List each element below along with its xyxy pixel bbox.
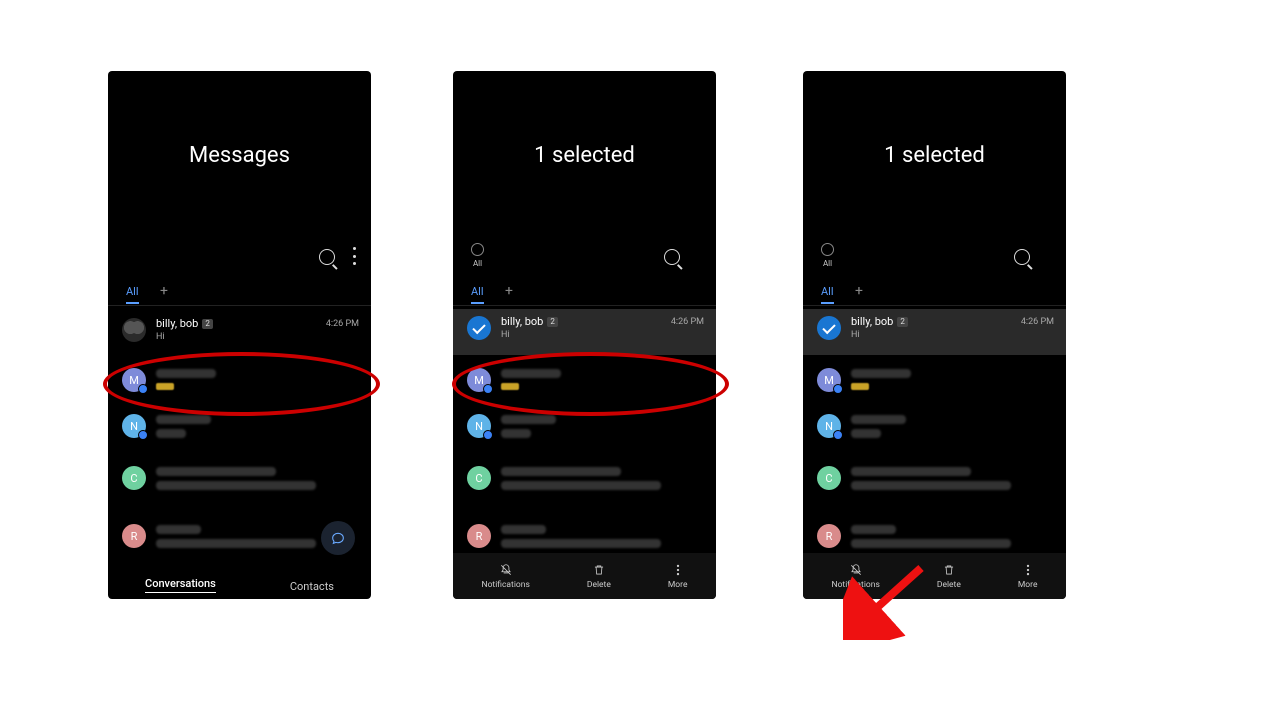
tab-contacts[interactable]: Contacts	[290, 580, 334, 593]
group-avatar-icon	[122, 318, 146, 342]
circle-unchecked-icon	[471, 243, 484, 256]
action-delete[interactable]: Delete	[587, 563, 611, 590]
page-title: 1 selected	[803, 143, 1066, 168]
select-all-toggle[interactable]: All	[471, 243, 484, 268]
action-more[interactable]: More	[668, 563, 688, 590]
avatar: R	[817, 524, 841, 548]
trash-icon	[592, 563, 606, 577]
avatar: M	[467, 368, 491, 392]
conversation-item-blurred[interactable]: M	[108, 361, 371, 403]
conversation-item-blurred[interactable]: N	[453, 407, 716, 449]
action-delete[interactable]: Delete	[937, 563, 961, 590]
add-category-button[interactable]: +	[855, 283, 863, 299]
bell-off-icon	[499, 563, 513, 577]
conversation-item-selected[interactable]: billy, bob 2 Hi 4:26 PM	[453, 309, 716, 355]
avatar: M	[817, 368, 841, 392]
conversation-preview: Hi	[851, 330, 1010, 340]
unread-badge: 2	[547, 317, 558, 327]
phone-screen-1: Messages All + billy, bob 2 Hi 4:26 PM M	[108, 71, 371, 599]
page-title: 1 selected	[453, 143, 716, 168]
search-icon[interactable]	[1014, 249, 1030, 265]
category-tab-all[interactable]: All	[471, 285, 484, 304]
add-category-button[interactable]: +	[160, 283, 168, 299]
conversation-time: 4:26 PM	[1021, 317, 1054, 327]
conversation-item-blurred[interactable]: N	[803, 407, 1066, 449]
page-title: Messages	[108, 143, 371, 168]
compose-fab[interactable]	[321, 521, 355, 555]
phone-screen-2: 1 selected All All + billy, bob 2 Hi 4:2…	[453, 71, 716, 599]
conversation-time: 4:26 PM	[326, 319, 359, 329]
conversation-time: 4:26 PM	[671, 317, 704, 327]
conversation-item[interactable]: billy, bob 2 Hi 4:26 PM	[108, 311, 371, 353]
conversation-preview: Hi	[501, 330, 660, 340]
conversation-item-blurred[interactable]: C	[108, 459, 371, 501]
avatar: N	[817, 414, 841, 438]
conversation-item-blurred[interactable]: M	[453, 361, 716, 403]
category-tab-all[interactable]: All	[821, 285, 834, 304]
more-options-icon[interactable]	[349, 247, 359, 265]
kebab-icon	[1021, 563, 1035, 577]
conversation-name: billy, bob 2	[156, 317, 315, 330]
add-category-button[interactable]: +	[505, 283, 513, 299]
conversation-name: billy, bob 2	[851, 315, 1010, 328]
avatar: C	[817, 466, 841, 490]
phone-screen-3: 1 selected All All + billy, bob 2 Hi 4:2…	[803, 71, 1066, 599]
action-notifications[interactable]: Notifications	[482, 563, 530, 590]
avatar: M	[122, 368, 146, 392]
conversation-item-selected[interactable]: billy, bob 2 Hi 4:26 PM	[803, 309, 1066, 355]
avatar: C	[467, 466, 491, 490]
conversation-item-blurred[interactable]: C	[803, 459, 1066, 501]
conversation-item-blurred[interactable]: M	[803, 361, 1066, 403]
select-all-toggle[interactable]: All	[821, 243, 834, 268]
checkmark-icon	[817, 316, 841, 340]
avatar: R	[122, 524, 146, 548]
avatar: N	[122, 414, 146, 438]
trash-icon	[942, 563, 956, 577]
avatar: R	[467, 524, 491, 548]
conversation-item-blurred[interactable]: C	[453, 459, 716, 501]
action-notifications[interactable]: Notifications	[832, 563, 880, 590]
checkmark-icon	[467, 316, 491, 340]
avatar: N	[467, 414, 491, 438]
bell-off-icon	[849, 563, 863, 577]
action-more[interactable]: More	[1018, 563, 1038, 590]
conversation-preview: Hi	[156, 332, 315, 342]
unread-badge: 2	[897, 317, 908, 327]
circle-unchecked-icon	[821, 243, 834, 256]
category-tab-all[interactable]: All	[126, 285, 139, 304]
kebab-icon	[671, 563, 685, 577]
avatar: C	[122, 466, 146, 490]
search-icon[interactable]	[319, 249, 335, 265]
conversation-name: billy, bob 2	[501, 315, 660, 328]
tab-conversations[interactable]: Conversations	[145, 577, 216, 593]
unread-badge: 2	[202, 319, 213, 329]
conversation-item-blurred[interactable]: N	[108, 407, 371, 449]
search-icon[interactable]	[664, 249, 680, 265]
